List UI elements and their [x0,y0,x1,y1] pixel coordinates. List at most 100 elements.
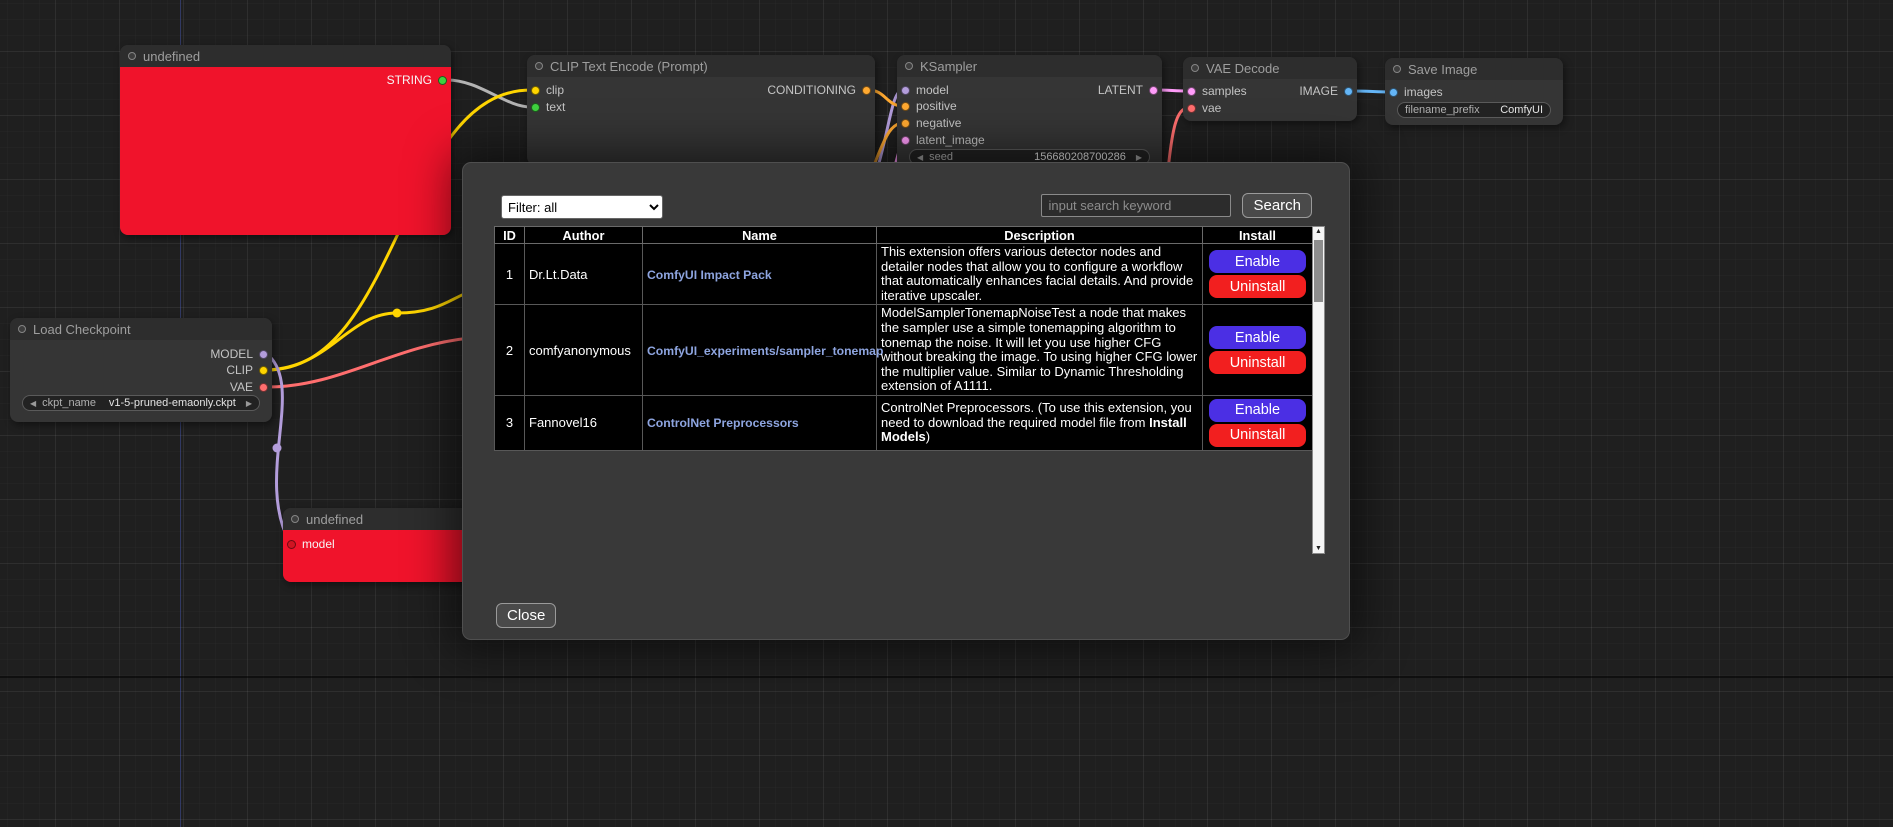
row-id: 2 [495,305,525,396]
row-author: comfyanonymous [525,305,643,396]
node-title-bar[interactable]: Save Image [1385,58,1563,80]
slot-label: model [916,83,949,97]
scroll-down-arrow-icon[interactable]: ▼ [1313,545,1324,552]
image-output-slot[interactable] [1344,87,1353,96]
slot-label: MODEL [210,347,253,361]
table-scrollbar[interactable]: ▲ ▼ [1312,226,1325,554]
link-midpoint-dot [393,309,402,318]
images-input-slot[interactable] [1389,88,1398,97]
filename-prefix-widget[interactable]: filename_prefix ComfyUI [1397,102,1551,118]
decrement-arrow-icon[interactable]: ◀ [30,399,36,408]
latent-output-slot[interactable] [1149,86,1158,95]
widget-value: v1-5-pruned-emaonly.ckpt [109,397,236,409]
clip-output-slot[interactable] [259,366,268,375]
string-output-slot[interactable] [438,76,447,85]
widget-label: filename_prefix [1405,104,1480,116]
link-midpoint-dot [273,444,282,453]
close-button[interactable]: Close [496,603,556,628]
slot-label: IMAGE [1299,84,1338,98]
node-collapse-icon[interactable] [1393,65,1401,73]
slot-label: images [1404,85,1443,99]
node-undefined-top[interactable]: undefined STRING [120,45,451,235]
node-title: CLIP Text Encode (Prompt) [550,59,708,74]
node-title: KSampler [920,59,977,74]
vae-input-slot[interactable] [1187,104,1196,113]
row-id: 1 [495,244,525,305]
node-title-bar[interactable]: CLIP Text Encode (Prompt) [527,55,875,77]
uninstall-button[interactable]: Uninstall [1209,351,1306,374]
error-node-body [120,67,451,235]
node-collapse-icon[interactable] [535,62,543,70]
node-title-bar[interactable]: Load Checkpoint [10,318,272,340]
column-header-description: Description [877,227,1203,244]
positive-input-slot[interactable] [901,102,910,111]
node-load-checkpoint[interactable]: Load Checkpoint MODEL CLIP VAE ◀ ckpt_na… [10,318,272,422]
slot-label: CLIP [226,363,253,377]
slot-label: CONDITIONING [767,83,856,97]
node-collapse-icon[interactable] [128,52,136,60]
node-undefined-bottom[interactable]: undefined model [283,508,483,582]
node-title: undefined [143,49,200,64]
node-title-bar[interactable]: undefined [120,45,451,67]
search-button[interactable]: Search [1242,193,1312,218]
node-title-bar[interactable]: KSampler [897,55,1162,77]
slot-label: LATENT [1098,83,1143,97]
column-header-id: ID [495,227,525,244]
extension-link[interactable]: ComfyUI Impact Pack [647,268,772,282]
node-clip-text-encode[interactable]: CLIP Text Encode (Prompt) clip text COND… [527,55,875,165]
model-input-slot[interactable] [901,86,910,95]
slot-label: VAE [230,380,253,394]
enable-button[interactable]: Enable [1209,399,1306,422]
samples-input-slot[interactable] [1187,87,1196,96]
slot-label: latent_image [916,133,985,147]
negative-input-slot[interactable] [901,119,910,128]
extension-link[interactable]: ComfyUI_experiments/sampler_tonemap [647,344,883,358]
table-row: 2 comfyanonymous ComfyUI_experiments/sam… [495,305,1313,396]
node-collapse-icon[interactable] [291,515,299,523]
node-save-image[interactable]: Save Image images filename_prefix ComfyU… [1385,58,1563,125]
slot-label: text [546,100,565,114]
increment-arrow-icon[interactable]: ▶ [1136,153,1142,162]
link-clip-to-hidden [267,291,472,370]
vae-output-slot[interactable] [259,383,268,392]
model-input-slot[interactable] [287,540,296,549]
row-description: ModelSamplerTonemapNoiseTest a node that… [877,305,1203,396]
model-output-slot[interactable] [259,350,268,359]
clip-input-slot[interactable] [531,86,540,95]
slot-label: samples [1202,84,1247,98]
table-row: 1 Dr.Lt.Data ComfyUI Impact Pack This ex… [495,244,1313,305]
slot-label: positive [916,99,957,113]
slot-label: model [302,537,335,551]
node-title: VAE Decode [1206,61,1279,76]
scrollbar-thumb[interactable] [1314,240,1323,302]
description-text: ) [926,429,930,444]
increment-arrow-icon[interactable]: ▶ [246,399,252,408]
enable-button[interactable]: Enable [1209,250,1306,273]
search-input[interactable] [1041,194,1231,217]
extension-link[interactable]: ControlNet Preprocessors [647,416,799,430]
ckpt-name-widget[interactable]: ◀ ckpt_name v1-5-pruned-emaonly.ckpt ▶ [22,395,260,411]
node-title: Save Image [1408,62,1477,77]
latent-image-input-slot[interactable] [901,136,910,145]
filter-select[interactable]: Filter: all [501,195,663,219]
table-row: 3 Fannovel16 ControlNet Preprocessors Co… [495,395,1313,450]
node-collapse-icon[interactable] [1191,64,1199,72]
node-collapse-icon[interactable] [18,325,26,333]
node-vae-decode[interactable]: VAE Decode samples vae IMAGE [1183,57,1357,121]
conditioning-output-slot[interactable] [862,86,871,95]
row-author: Fannovel16 [525,395,643,450]
uninstall-button[interactable]: Uninstall [1209,424,1306,447]
enable-button[interactable]: Enable [1209,326,1306,349]
scroll-up-arrow-icon[interactable]: ▲ [1313,228,1324,235]
row-description: This extension offers various detector n… [877,244,1203,305]
node-collapse-icon[interactable] [905,62,913,70]
node-title-bar[interactable]: VAE Decode [1183,57,1357,79]
text-input-slot[interactable] [531,103,540,112]
link-vae-to-hidden [267,338,470,387]
node-ksampler[interactable]: KSampler model positive negative latent_… [897,55,1162,170]
uninstall-button[interactable]: Uninstall [1209,275,1306,298]
decrement-arrow-icon[interactable]: ◀ [917,153,923,162]
node-title-bar[interactable]: undefined [283,508,483,530]
column-header-name: Name [643,227,877,244]
node-title: Load Checkpoint [33,322,131,337]
